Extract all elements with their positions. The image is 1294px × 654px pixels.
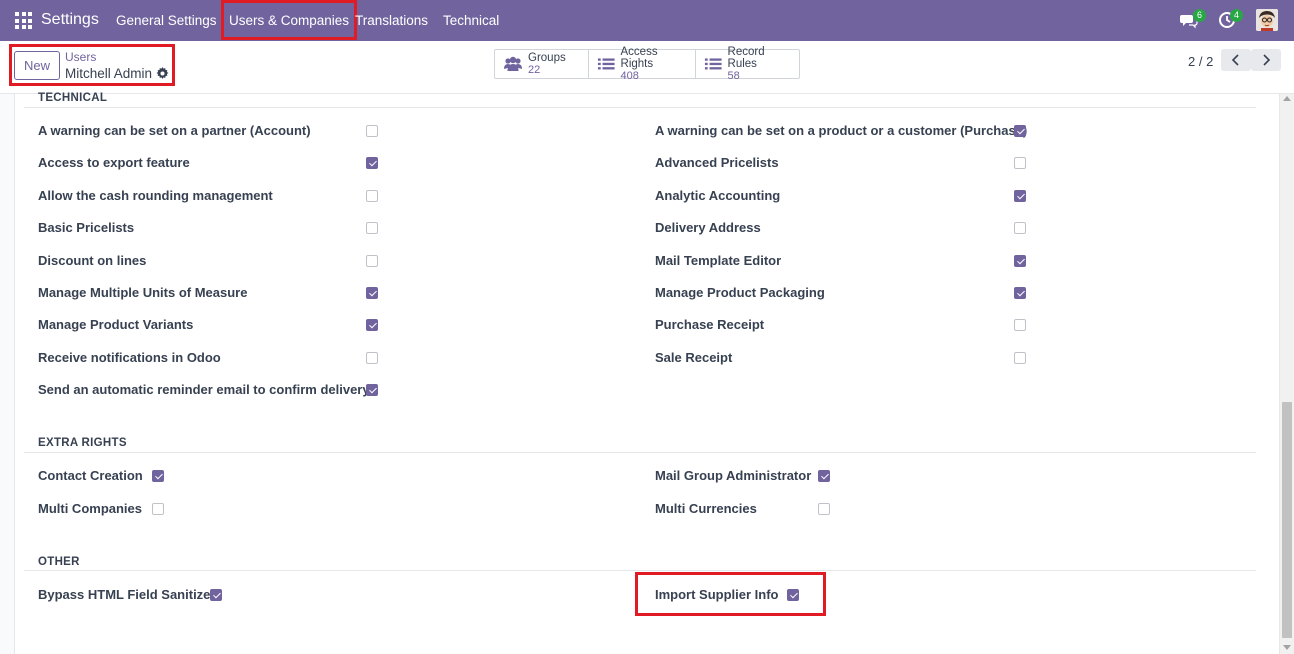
- field-checkbox[interactable]: [366, 351, 378, 364]
- field-label: Advanced Pricelists: [655, 155, 779, 171]
- chevron-right-icon: [1263, 54, 1271, 66]
- field-label: Manage Product Packaging: [655, 285, 825, 300]
- access-rights-count: 408: [620, 70, 639, 82]
- section-title-extra-rights: EXTRA RIGHTS: [38, 437, 127, 449]
- field-label: Mail Group Administrator: [655, 468, 812, 483]
- field-checkbox[interactable]: [366, 319, 378, 332]
- form-sheet: TECHNICAL A warning can be set on a part…: [14, 92, 1280, 654]
- field-checkbox[interactable]: [366, 254, 378, 267]
- field-label: Access to export feature: [38, 155, 190, 171]
- breadcrumb-current-record: Mitchell Admin: [65, 66, 153, 81]
- vertical-scrollbar[interactable]: [1280, 94, 1294, 654]
- app-brand[interactable]: Settings: [41, 11, 99, 29]
- field-label: A warning can be set on a product or a c…: [655, 123, 1028, 138]
- field-checkbox[interactable]: [152, 503, 164, 515]
- record-rules-smart-button[interactable]: Record Rules 58: [696, 46, 799, 82]
- field-checkbox[interactable]: [366, 157, 378, 170]
- apps-menu-icon[interactable]: [15, 12, 32, 29]
- section-divider: [24, 570, 1256, 571]
- field-checkbox[interactable]: [818, 470, 830, 482]
- field-label: Discount on lines: [38, 252, 147, 268]
- scroll-thumb[interactable]: [1282, 402, 1292, 638]
- access-rights-label: Access Rights: [620, 46, 658, 70]
- field-label: Contact Creation: [38, 468, 143, 483]
- list-icon: [704, 58, 722, 70]
- scroll-up-arrow[interactable]: [1283, 96, 1291, 101]
- section-divider: [24, 107, 1256, 108]
- groups-smart-button[interactable]: Groups 22: [495, 50, 589, 78]
- field-checkbox[interactable]: [1014, 319, 1026, 332]
- field-label: Multi Companies: [38, 501, 143, 516]
- breadcrumb-users-link[interactable]: Users: [65, 50, 96, 64]
- section-title-technical: TECHNICAL: [38, 92, 108, 104]
- section-title-other: OTHER: [38, 556, 80, 568]
- pager-previous-button[interactable]: [1221, 49, 1251, 71]
- list-icon: [597, 58, 615, 70]
- field-checkbox[interactable]: [1014, 254, 1026, 267]
- activities-badge: 4: [1230, 9, 1243, 22]
- field-label: Manage Product Variants: [38, 317, 194, 333]
- menu-technical[interactable]: Technical: [443, 13, 499, 28]
- field-checkbox[interactable]: [1014, 351, 1026, 364]
- pager-next-button[interactable]: [1251, 49, 1281, 71]
- field-label: Analytic Accounting: [655, 187, 781, 203]
- field-label: Allow the cash rounding management: [38, 187, 273, 203]
- top-navbar: Settings General Settings Users & Compan…: [0, 0, 1294, 41]
- groups-count: 22: [528, 64, 541, 76]
- users-icon: [504, 56, 522, 71]
- messages-badge: 6: [1193, 9, 1206, 22]
- field-label: Receive notifications in Odoo: [38, 349, 221, 365]
- field-label: Manage Multiple Units of Measure: [38, 285, 248, 300]
- field-checkbox[interactable]: [1014, 222, 1026, 235]
- scroll-down-arrow[interactable]: [1283, 645, 1291, 650]
- menu-translations[interactable]: Translations: [355, 13, 428, 28]
- menu-general-settings[interactable]: General Settings: [116, 13, 217, 28]
- chevron-left-icon: [1231, 54, 1239, 66]
- field-checkbox[interactable]: [366, 287, 378, 299]
- field-checkbox[interactable]: [818, 503, 830, 515]
- field-label: Send an automatic reminder email to conf…: [38, 382, 370, 398]
- field-label: A warning can be set on a partner (Accou…: [38, 123, 311, 138]
- field-checkbox[interactable]: [152, 470, 164, 482]
- field-checkbox[interactable]: [1014, 157, 1026, 170]
- field-checkbox[interactable]: [366, 222, 378, 235]
- smart-buttons: Groups 22 Access Rights 408 Record Rules…: [494, 46, 800, 82]
- field-checkbox[interactable]: [366, 384, 378, 397]
- record-rules-label: Record Rules: [727, 46, 765, 70]
- field-label: Bypass HTML Field Sanitize: [38, 587, 211, 602]
- new-button[interactable]: New: [14, 51, 60, 80]
- highlight-import-supplier-info: [635, 572, 826, 616]
- pager-value[interactable]: 2 / 2: [1188, 54, 1213, 69]
- field-label: Purchase Receipt: [655, 317, 765, 333]
- control-panel: New Users Mitchell Admin Groups 22 Acces…: [0, 41, 1294, 94]
- record-rules-count: 58: [727, 70, 740, 82]
- user-avatar[interactable]: [1256, 9, 1278, 31]
- field-label: Delivery Address: [655, 220, 761, 236]
- field-label: Multi Currencies: [655, 501, 757, 516]
- field-label: Mail Template Editor: [655, 252, 782, 268]
- field-checkbox[interactable]: [1014, 125, 1026, 137]
- groups-label: Groups: [528, 52, 566, 64]
- field-label: Basic Pricelists: [38, 220, 135, 236]
- field-checkbox[interactable]: [366, 125, 378, 137]
- access-rights-smart-button[interactable]: Access Rights 408: [589, 46, 696, 82]
- field-checkbox[interactable]: [1014, 287, 1026, 299]
- field-checkbox[interactable]: [210, 589, 222, 601]
- highlight-new-breadcrumb: New Users Mitchell Admin: [9, 44, 175, 86]
- section-divider: [24, 452, 1256, 453]
- field-checkbox[interactable]: [366, 189, 378, 202]
- gear-icon[interactable]: [156, 67, 169, 80]
- menu-users-companies[interactable]: Users & Companies: [221, 0, 358, 40]
- field-label: Sale Receipt: [655, 349, 733, 365]
- field-checkbox[interactable]: [1014, 189, 1026, 202]
